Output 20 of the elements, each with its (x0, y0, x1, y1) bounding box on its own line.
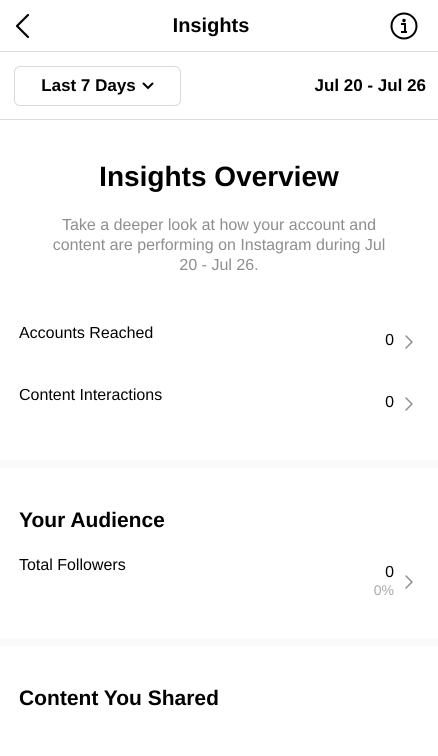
section-title: Insights Overview (99, 160, 339, 194)
chevron-right-icon (404, 574, 414, 590)
section-title: Your Audience (18, 508, 166, 534)
back-button[interactable] (14, 12, 32, 38)
metric-row[interactable]: Total Followers 0 0% (0, 556, 438, 598)
metric-value: 0 (385, 394, 394, 412)
section-title: Content You Shared (18, 686, 220, 712)
metric-value: 0 (385, 564, 394, 582)
info-icon[interactable] (390, 12, 418, 40)
description: Take a deeper look at how your account and content are performing on Instagram during Jul 20 - Jul 26. (52, 216, 386, 276)
metric-row[interactable]: Content Interactions 0 (0, 386, 438, 426)
chevron-right-icon (404, 334, 414, 350)
date-range-dropdown[interactable]: Last 7 Days (14, 66, 181, 106)
caret-icon (142, 82, 154, 90)
metric-change: 0% (374, 582, 394, 598)
chevron-right-icon (404, 396, 414, 412)
screen-title: Insights (172, 14, 250, 38)
date-range: Jul 20 - Jul 26 (314, 74, 426, 97)
metric-value: 0 (385, 332, 394, 350)
metric-row[interactable]: Accounts Reached 0 (0, 324, 438, 364)
